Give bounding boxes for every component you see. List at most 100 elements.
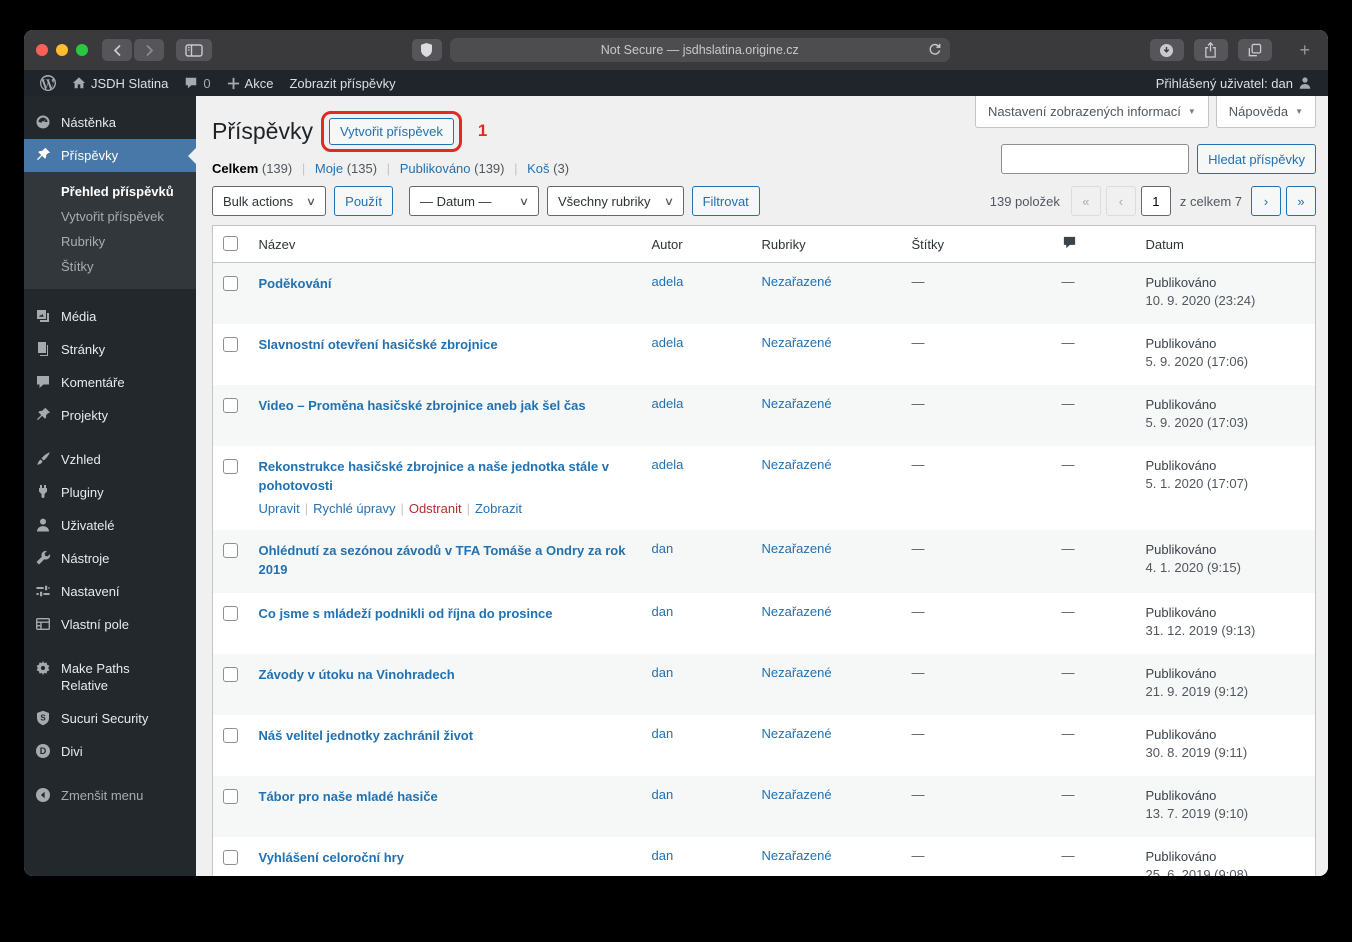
- last-page-button[interactable]: »: [1286, 186, 1316, 216]
- my-account-menu[interactable]: Přihlášený uživatel: dan: [1148, 70, 1320, 96]
- current-page-input[interactable]: [1140, 186, 1171, 216]
- category-link[interactable]: Nezařazené: [762, 665, 832, 680]
- screen-options-tab[interactable]: Nastavení zobrazených informací: [974, 96, 1209, 128]
- row-checkbox[interactable]: [223, 789, 238, 804]
- column-header-title[interactable]: Název: [248, 225, 642, 263]
- sidebar-item-plugins[interactable]: Pluginy: [24, 476, 196, 509]
- author-link[interactable]: dan: [652, 787, 674, 802]
- author-link[interactable]: dan: [652, 665, 674, 680]
- category-link[interactable]: Nezařazené: [762, 726, 832, 741]
- author-link[interactable]: dan: [652, 726, 674, 741]
- submenu-tags[interactable]: Štítky: [24, 254, 196, 279]
- post-title-link[interactable]: Náš velitel jednotky zachránil život: [259, 726, 474, 745]
- row-checkbox[interactable]: [223, 728, 238, 743]
- category-link[interactable]: Nezařazené: [762, 787, 832, 802]
- share-button[interactable]: [1193, 39, 1228, 61]
- post-title-link[interactable]: Ohlédnutí za sezónou závodů v TFA Tomáše…: [259, 541, 632, 579]
- filter-all[interactable]: Celkem: [212, 161, 258, 176]
- back-button[interactable]: [102, 39, 132, 61]
- filter-mine[interactable]: Moje: [315, 161, 343, 176]
- row-checkbox[interactable]: [223, 459, 238, 474]
- author-link[interactable]: adela: [652, 274, 684, 289]
- action-view[interactable]: Zobrazit: [475, 501, 522, 516]
- site-name-menu[interactable]: JSDH Slatina: [64, 70, 176, 96]
- minimize-window-button[interactable]: [56, 44, 68, 56]
- wp-logo-menu[interactable]: [32, 70, 64, 96]
- post-title-link[interactable]: Poděkování: [259, 274, 332, 293]
- prev-page-button[interactable]: ‹: [1105, 186, 1136, 216]
- new-tab-button[interactable]: +: [1294, 39, 1317, 62]
- author-link[interactable]: dan: [652, 541, 674, 556]
- action-edit[interactable]: Upravit: [259, 501, 300, 516]
- sidebar-item-divi[interactable]: D Divi: [24, 735, 196, 768]
- sidebar-item-media[interactable]: Média: [24, 300, 196, 333]
- row-checkbox[interactable]: [223, 398, 238, 413]
- row-checkbox[interactable]: [223, 667, 238, 682]
- sidebar-item-posts[interactable]: Příspěvky: [24, 139, 196, 172]
- search-posts-button[interactable]: Hledat příspěvky: [1197, 144, 1316, 174]
- category-link[interactable]: Nezařazené: [762, 457, 832, 472]
- row-checkbox[interactable]: [223, 606, 238, 621]
- sidebar-item-custom-fields[interactable]: Vlastní pole: [24, 608, 196, 641]
- help-tab[interactable]: Nápověda: [1215, 96, 1316, 128]
- author-link[interactable]: dan: [652, 604, 674, 619]
- sidebar-collapse-menu[interactable]: Zmenšit menu: [24, 779, 196, 812]
- select-all-checkbox[interactable]: [223, 236, 238, 251]
- sidebar-item-dashboard[interactable]: Nástěnka: [24, 106, 196, 139]
- address-bar[interactable]: Not Secure — jsdhslatina.origine.cz: [449, 38, 950, 62]
- filter-trash[interactable]: Koš: [527, 161, 549, 176]
- post-title-link[interactable]: Video – Proměna hasičské zbrojnice aneb …: [259, 396, 586, 415]
- post-title-link[interactable]: Co jsme s mládeží podnikli od října do p…: [259, 604, 553, 623]
- submenu-add-new[interactable]: Vytvořit příspěvek: [24, 204, 196, 229]
- submenu-all-posts[interactable]: Přehled příspěvků: [24, 179, 196, 204]
- tab-overview-button[interactable]: [1237, 39, 1272, 61]
- row-checkbox[interactable]: [223, 850, 238, 865]
- category-link[interactable]: Nezařazené: [762, 274, 832, 289]
- category-filter-select[interactable]: Všechny rubriky: [547, 186, 684, 216]
- post-title-link[interactable]: Vyhlášení celoroční hry: [259, 848, 404, 867]
- category-link[interactable]: Nezařazené: [762, 335, 832, 350]
- sidebar-toggle-button[interactable]: [176, 39, 212, 61]
- search-input[interactable]: [1001, 144, 1190, 174]
- post-title-link[interactable]: Závody v útoku na Vinohradech: [259, 665, 455, 684]
- author-link[interactable]: adela: [652, 457, 684, 472]
- post-title-link[interactable]: Rekonstrukce hasičské zbrojnice a naše j…: [259, 457, 632, 495]
- row-checkbox[interactable]: [223, 543, 238, 558]
- forward-button[interactable]: [134, 39, 164, 61]
- sidebar-item-make-paths-relative[interactable]: Make Paths Relative: [24, 652, 184, 702]
- zoom-window-button[interactable]: [76, 44, 88, 56]
- close-window-button[interactable]: [36, 44, 48, 56]
- column-header-date[interactable]: Datum: [1135, 225, 1316, 263]
- category-link[interactable]: Nezařazené: [762, 848, 832, 863]
- sidebar-item-settings[interactable]: Nastavení: [24, 575, 196, 608]
- bulk-actions-select[interactable]: Bulk actions: [212, 186, 327, 216]
- action-trash[interactable]: Odstranit: [409, 501, 462, 516]
- action-quick-edit[interactable]: Rychlé úpravy: [313, 501, 395, 516]
- add-new-post-button[interactable]: Vytvořit příspěvek: [328, 117, 454, 145]
- submenu-categories[interactable]: Rubriky: [24, 229, 196, 254]
- sidebar-item-projects[interactable]: Projekty: [24, 399, 196, 432]
- sidebar-item-pages[interactable]: Stránky: [24, 333, 196, 366]
- view-posts-menu[interactable]: Zobrazit příspěvky: [281, 70, 403, 96]
- sidebar-item-tools[interactable]: Nástroje: [24, 542, 196, 575]
- sidebar-item-appearance[interactable]: Vzhled: [24, 443, 196, 476]
- author-link[interactable]: adela: [652, 396, 684, 411]
- sidebar-item-sucuri-security[interactable]: S Sucuri Security: [24, 702, 196, 735]
- row-checkbox[interactable]: [223, 276, 238, 291]
- comments-menu[interactable]: 0: [176, 70, 218, 96]
- category-link[interactable]: Nezařazené: [762, 396, 832, 411]
- row-checkbox[interactable]: [223, 337, 238, 352]
- next-page-button[interactable]: ›: [1251, 186, 1281, 216]
- author-link[interactable]: dan: [652, 848, 674, 863]
- reload-icon[interactable]: [928, 42, 942, 57]
- new-content-menu[interactable]: Akce: [219, 70, 282, 96]
- author-link[interactable]: adela: [652, 335, 684, 350]
- apply-button[interactable]: Použít: [334, 186, 394, 216]
- category-link[interactable]: Nezařazené: [762, 604, 832, 619]
- sidebar-item-users[interactable]: Uživatelé: [24, 509, 196, 542]
- filter-button[interactable]: Filtrovat: [691, 186, 760, 216]
- sidebar-item-comments[interactable]: Komentáře: [24, 366, 196, 399]
- first-page-button[interactable]: «: [1070, 186, 1101, 216]
- filter-published[interactable]: Publikováno: [400, 161, 471, 176]
- post-title-link[interactable]: Slavnostní otevření hasičské zbrojnice: [259, 335, 498, 354]
